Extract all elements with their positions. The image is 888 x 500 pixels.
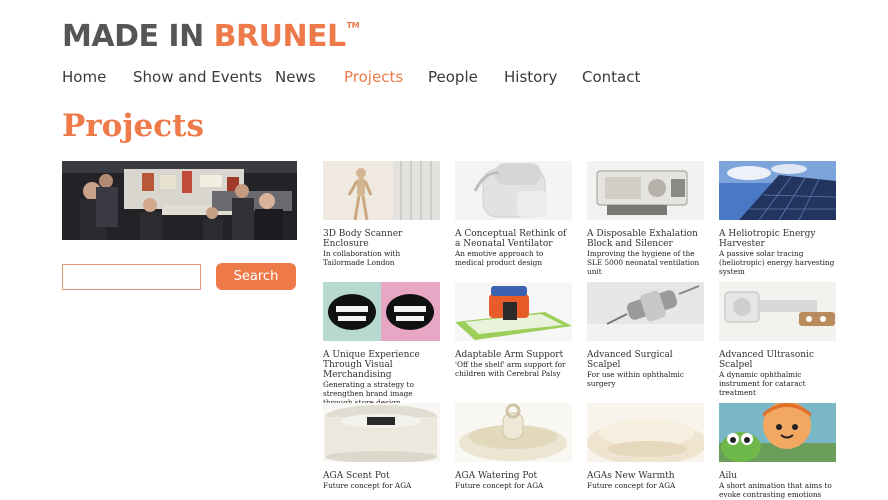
scalpel-image-icon	[587, 282, 704, 341]
project-card[interactable]: Advanced Surgical Scalpel For use within…	[587, 282, 704, 388]
project-title: AGA Watering Pot	[455, 471, 538, 481]
project-title: A Conceptual Rethink of a Neonatal Venti…	[455, 229, 567, 249]
solar-panel-image-icon	[719, 161, 836, 220]
site-logo[interactable]: MADE IN BRUNELTM	[62, 19, 360, 54]
page-title: Projects	[62, 108, 204, 144]
project-title: A Disposable Exhalation Block and Silenc…	[587, 229, 698, 249]
mouths-artwork-image-icon	[323, 282, 440, 341]
project-description: 'Off the shelf' arm support for children…	[455, 360, 566, 378]
logo-text-brunel: BRUNEL	[213, 19, 347, 54]
project-card[interactable]: Adaptable Arm Support 'Off the shelf' ar…	[455, 282, 572, 378]
project-card[interactable]: Advanced Ultrasonic Scalpel A dynamic op…	[719, 282, 836, 397]
nav-people[interactable]: People	[428, 68, 478, 86]
ventilator-image-icon	[455, 161, 572, 220]
project-description: In collaboration with Tailormade London	[323, 249, 401, 267]
hero-exhibition-photo	[62, 161, 297, 240]
nav-history[interactable]: History	[504, 68, 557, 86]
project-title: AGA Scent Pot	[323, 471, 390, 481]
nav-show-and-events[interactable]: Show and Events	[133, 68, 262, 86]
project-title: A Heliotropic Energy Harvester	[719, 229, 816, 249]
project-card[interactable]: AGA Watering Pot Future concept for AGA	[455, 403, 572, 490]
search-button[interactable]: Search	[216, 263, 296, 290]
project-card[interactable]: A Conceptual Rethink of a Neonatal Venti…	[455, 161, 572, 267]
project-description: For use within ophthalmic surgery	[587, 370, 684, 388]
project-card[interactable]: A Heliotropic Energy Harvester A passive…	[719, 161, 836, 276]
project-card[interactable]: 3D Body Scanner Enclosure In collaborati…	[323, 161, 440, 267]
mannequin-image-icon	[323, 161, 440, 220]
project-description: Improving the hygiene of the SLE 5000 ne…	[587, 249, 700, 276]
projects-grid: 3D Body Scanner Enclosure In collaborati…	[323, 161, 843, 500]
project-card[interactable]: A Unique Experience Through Visual Merch…	[323, 282, 440, 407]
search-input[interactable]	[62, 264, 201, 290]
animation-characters-image-icon	[719, 403, 836, 462]
project-description: An emotive approach to medical product d…	[455, 249, 544, 267]
logo-text-made-in: MADE IN	[62, 19, 214, 54]
project-description: A passive solar tracing (heliotropic) en…	[719, 249, 835, 276]
exhalation-block-image-icon	[587, 161, 704, 220]
nav-news[interactable]: News	[275, 68, 316, 86]
project-title: Advanced Surgical Scalpel	[587, 350, 673, 370]
project-title: Ailu	[719, 471, 738, 481]
scent-pot-image-icon	[323, 403, 440, 462]
watering-pot-image-icon	[455, 403, 572, 462]
nav-home[interactable]: Home	[62, 68, 106, 86]
project-title: Advanced Ultrasonic Scalpel	[719, 350, 814, 370]
project-description: Future concept for AGA	[323, 481, 412, 490]
project-description: A dynamic ophthalmic instrument for cata…	[719, 370, 806, 397]
nav-contact[interactable]: Contact	[582, 68, 640, 86]
project-card[interactable]: AGA Scent Pot Future concept for AGA	[323, 403, 440, 490]
arm-support-image-icon	[455, 282, 572, 341]
logo-trademark: TM	[346, 21, 360, 30]
project-title: 3D Body Scanner Enclosure	[323, 229, 403, 249]
project-card[interactable]: A Disposable Exhalation Block and Silenc…	[587, 161, 704, 276]
project-card[interactable]: Ailu A short animation that aims to evok…	[719, 403, 836, 499]
warmth-image-icon	[587, 403, 704, 462]
nav-projects[interactable]: Projects	[344, 68, 403, 86]
project-description: A short animation that aims to evoke con…	[719, 481, 832, 499]
project-title: Adaptable Arm Support	[455, 350, 564, 360]
project-title: AGAs New Warmth	[587, 471, 675, 481]
project-description: Future concept for AGA	[455, 481, 544, 490]
project-card[interactable]: AGAs New Warmth Future concept for AGA	[587, 403, 704, 490]
ultrasonic-scalpel-image-icon	[719, 282, 836, 341]
project-description: Future concept for AGA	[587, 481, 676, 490]
project-title: A Unique Experience Through Visual Merch…	[323, 350, 420, 380]
